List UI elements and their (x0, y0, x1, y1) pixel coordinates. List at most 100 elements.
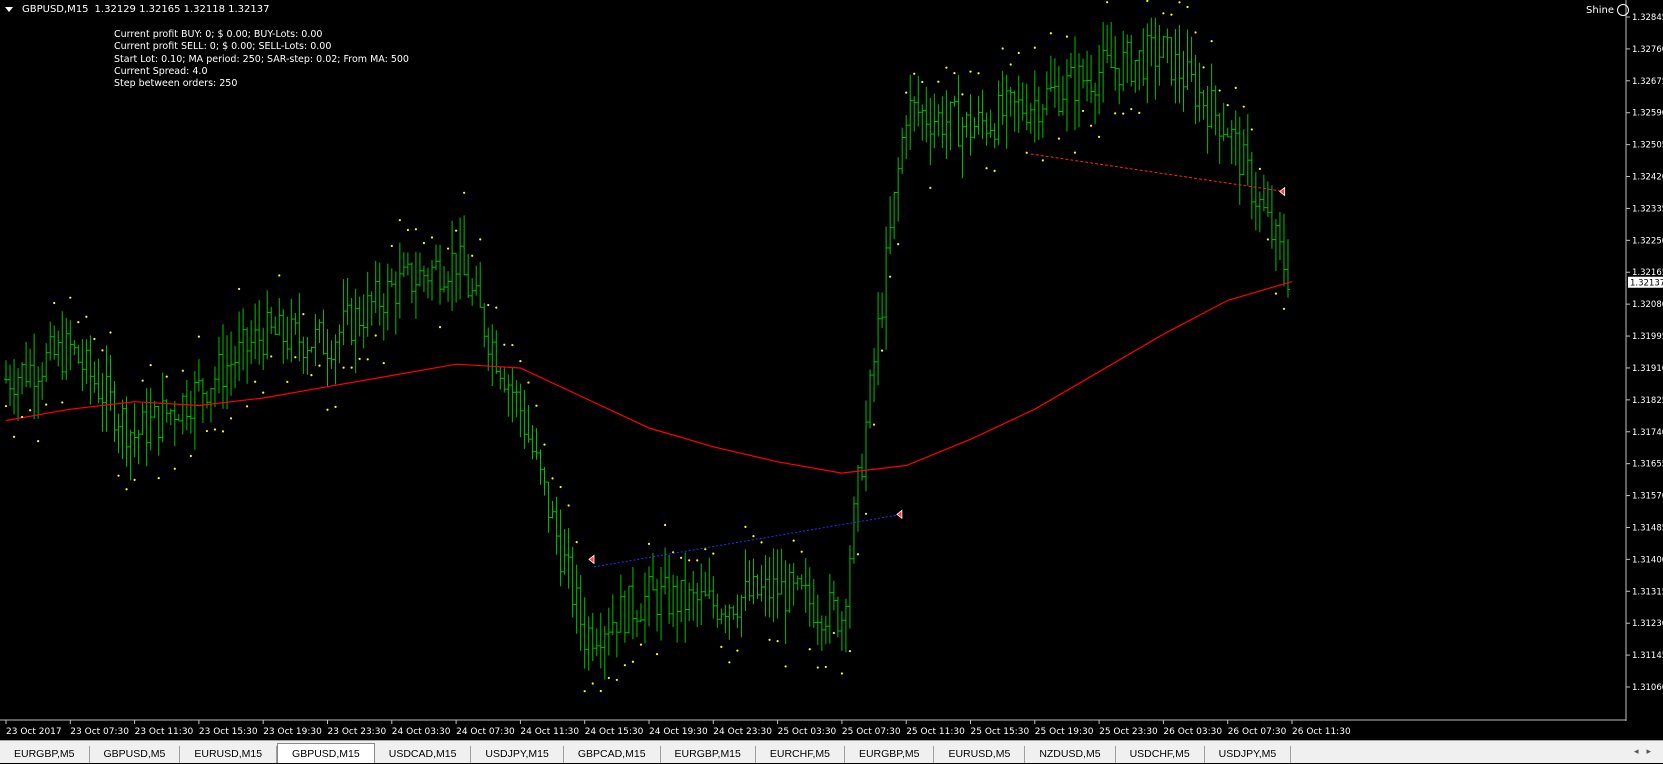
y-tick-label: 1.31485 (1632, 523, 1663, 533)
sar-dot (551, 477, 554, 480)
sar-dot (149, 364, 152, 367)
sar-dot (157, 477, 160, 480)
sar-dot (342, 366, 345, 369)
x-tick-label: 26 Oct 07:30 (1228, 727, 1287, 737)
sar-dot (511, 343, 514, 347)
tab-scroll-arrows[interactable]: ◂▸ (1634, 747, 1659, 757)
sar-dot (728, 661, 731, 664)
sar-dot (229, 417, 233, 420)
sar-dot (945, 66, 948, 69)
tab-eurchf-m5[interactable]: EURCHF,M5 (756, 746, 845, 763)
sar-dot (623, 664, 626, 667)
sar-dot (832, 631, 835, 635)
sar-dot (1282, 307, 1286, 310)
tab-nzdusd-m5[interactable]: NZDUSD,M5 (1025, 746, 1116, 763)
sar-dot (696, 559, 699, 562)
sar-dot (422, 241, 426, 245)
sar-dot (736, 649, 739, 652)
tab-usdjpy-m15[interactable]: USDJPY,M15 (471, 746, 564, 763)
trade-line-buy (593, 513, 902, 568)
sar-dot (1138, 111, 1141, 114)
tab-gbpusd-m5[interactable]: GBPUSD,M5 (90, 746, 181, 763)
sar-dot (101, 349, 104, 352)
y-tick-label: 1.31230 (1632, 619, 1663, 629)
sar-dot (872, 423, 876, 426)
sar-dot (856, 553, 860, 556)
info-line: Step between orders: 250 (114, 78, 238, 90)
y-tick-label: 1.32845 (1632, 13, 1663, 23)
sar-dot (350, 366, 353, 369)
sar-dot (334, 405, 337, 408)
sar-dot (109, 331, 112, 334)
x-tick-label: 25 Oct 19:30 (1035, 727, 1094, 737)
sar-dot (1202, 66, 1205, 69)
price-chart[interactable]: 1.32845 1.32760 1.32675 1.32590 1.32505 1.324… (0, 0, 1663, 738)
sar-dot (1041, 159, 1044, 162)
sar-dot (221, 430, 225, 433)
sar-dot (398, 219, 401, 222)
sar-dot (575, 541, 578, 544)
sar-dot (406, 228, 409, 232)
sar-dot (953, 72, 956, 75)
sar-dot (897, 243, 900, 246)
sar-dot (495, 306, 498, 309)
sar-dot (889, 275, 892, 278)
x-tick-label: 23 Oct 2017 (6, 727, 62, 737)
tab-eurgbp-m15[interactable]: EURGBP,M15 (661, 746, 756, 763)
sar-dot (93, 337, 96, 341)
x-tick-label: 25 Oct 11:30 (906, 727, 965, 737)
x-tick-label: 25 Oct 07:30 (842, 727, 901, 737)
sar-dot (937, 80, 940, 83)
sar-dot (977, 72, 980, 75)
tab-eurusd-m15[interactable]: EURUSD,M15 (180, 746, 278, 763)
sar-dot (929, 186, 932, 189)
tab-gbpusd-m15[interactable]: GBPUSD,M15 (277, 743, 375, 763)
sar-dot (237, 287, 241, 291)
y-tick-label: 1.31825 (1632, 396, 1663, 406)
x-tick-label: 23 Oct 11:30 (135, 727, 194, 737)
x-tick-label: 25 Oct 15:30 (971, 727, 1030, 737)
sar-dot (318, 364, 321, 367)
sar-dot (864, 512, 868, 515)
sar-dot (1226, 104, 1229, 107)
tab-eurusd-m5[interactable]: EURUSD,M5 (934, 746, 1026, 763)
expert-advisor-status[interactable]: Shine (1586, 4, 1629, 16)
sar-dot (1098, 135, 1101, 138)
sar-dot (455, 229, 458, 232)
sar-dot (752, 535, 755, 538)
sar-dot (1170, 13, 1173, 16)
tab-usdcad-m15[interactable]: USDCAD,M15 (375, 746, 472, 763)
sar-dot (20, 415, 24, 419)
sar-dot (12, 435, 16, 438)
sar-dot (1250, 128, 1253, 131)
y-tick-label: 1.31315 (1632, 587, 1663, 597)
sar-dot (487, 303, 490, 307)
chevron-down-icon[interactable] (5, 7, 13, 12)
sar-dot (430, 236, 434, 239)
tab-eurgbp-m5[interactable]: EURGBP,M5 (0, 746, 90, 763)
sar-dot (390, 244, 393, 248)
sar-dot (985, 167, 988, 170)
sar-dot (905, 91, 908, 94)
tab-usdchf-m5[interactable]: USDCHF,M5 (1116, 746, 1205, 763)
sar-dot (535, 404, 538, 407)
sar-dot (1122, 112, 1125, 115)
tab-usdjpy-m5[interactable]: USDJPY,M5 (1205, 746, 1292, 763)
sar-dot (133, 478, 136, 481)
sar-dot (358, 357, 361, 360)
sar-dot (1162, 12, 1165, 15)
sar-dot (270, 355, 273, 358)
info-line: Current Spread: 4.0 (114, 65, 208, 77)
sar-dot (1057, 137, 1061, 140)
sar-dot (631, 660, 635, 663)
trade-line-sell (1030, 153, 1285, 193)
tab-gbpcad-m15[interactable]: GBPCAD,M15 (564, 746, 661, 763)
sar-dot (53, 301, 56, 305)
x-tick-label: 26 Oct 11:30 (1292, 727, 1351, 737)
sar-dot (503, 343, 506, 346)
chart-window[interactable]: 1.32845 1.32760 1.32675 1.32590 1.32505 1.324… (0, 0, 1663, 738)
sar-dot (543, 443, 546, 446)
tab-eurgbp-m5-2[interactable]: EURGBP,M5 (845, 746, 935, 763)
x-tick-label: 25 Oct 23:30 (1099, 727, 1158, 737)
expert-name: Shine (1586, 4, 1614, 16)
